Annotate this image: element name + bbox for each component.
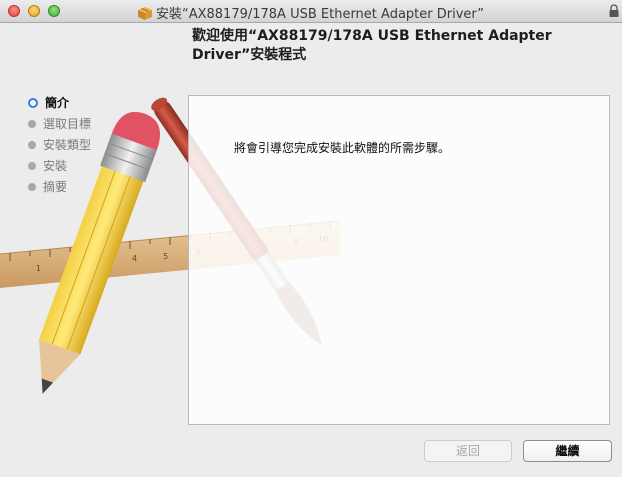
step-select-destination: 選取目標 xyxy=(28,113,148,134)
back-button[interactable]: 返回 xyxy=(424,440,512,462)
step-introduction: 簡介 xyxy=(28,92,148,113)
step-label: 選取目標 xyxy=(43,117,92,131)
ruler-tick-label: 5 xyxy=(163,252,168,261)
window-title: 安裝“AX88179/178A USB Ethernet Adapter Dri… xyxy=(155,7,485,22)
lock-icon[interactable] xyxy=(608,4,620,18)
step-bullet xyxy=(28,140,36,149)
title-bar[interactable]: 安裝“AX88179/178A USB Ethernet Adapter Dri… xyxy=(0,0,622,23)
ruler-tick-label: 1 xyxy=(36,264,41,273)
active-step-bullet xyxy=(28,97,38,108)
intro-text: 將會引導您完成安裝此軟體的所需步驟。 xyxy=(234,141,451,155)
step-bullet xyxy=(28,161,36,170)
step-bullet xyxy=(28,182,36,191)
installer-steps: 簡介 選取目標 安裝類型 安裝 摘要 xyxy=(28,92,148,197)
step-label: 安裝類型 xyxy=(43,138,92,152)
content-panel: 將會引導您完成安裝此軟體的所需步驟。 xyxy=(188,95,610,425)
ruler-tick-label: 4 xyxy=(132,254,137,263)
step-label: 安裝 xyxy=(43,159,68,173)
continue-button[interactable]: 繼續 xyxy=(523,440,612,462)
step-label: 摘要 xyxy=(43,180,68,194)
welcome-heading: 歡迎使用“AX88179/178A USB Ethernet Adapter D… xyxy=(192,28,552,63)
package-icon xyxy=(137,7,152,20)
step-installation-type: 安裝類型 xyxy=(28,134,148,155)
step-label: 簡介 xyxy=(45,96,70,110)
step-summary: 摘要 xyxy=(28,176,148,197)
installer-window: 安裝“AX88179/178A USB Ethernet Adapter Dri… xyxy=(0,0,622,477)
step-bullet xyxy=(28,119,36,128)
step-installation: 安裝 xyxy=(28,155,148,176)
window-title-group: 安裝“AX88179/178A USB Ethernet Adapter Dri… xyxy=(0,3,622,22)
